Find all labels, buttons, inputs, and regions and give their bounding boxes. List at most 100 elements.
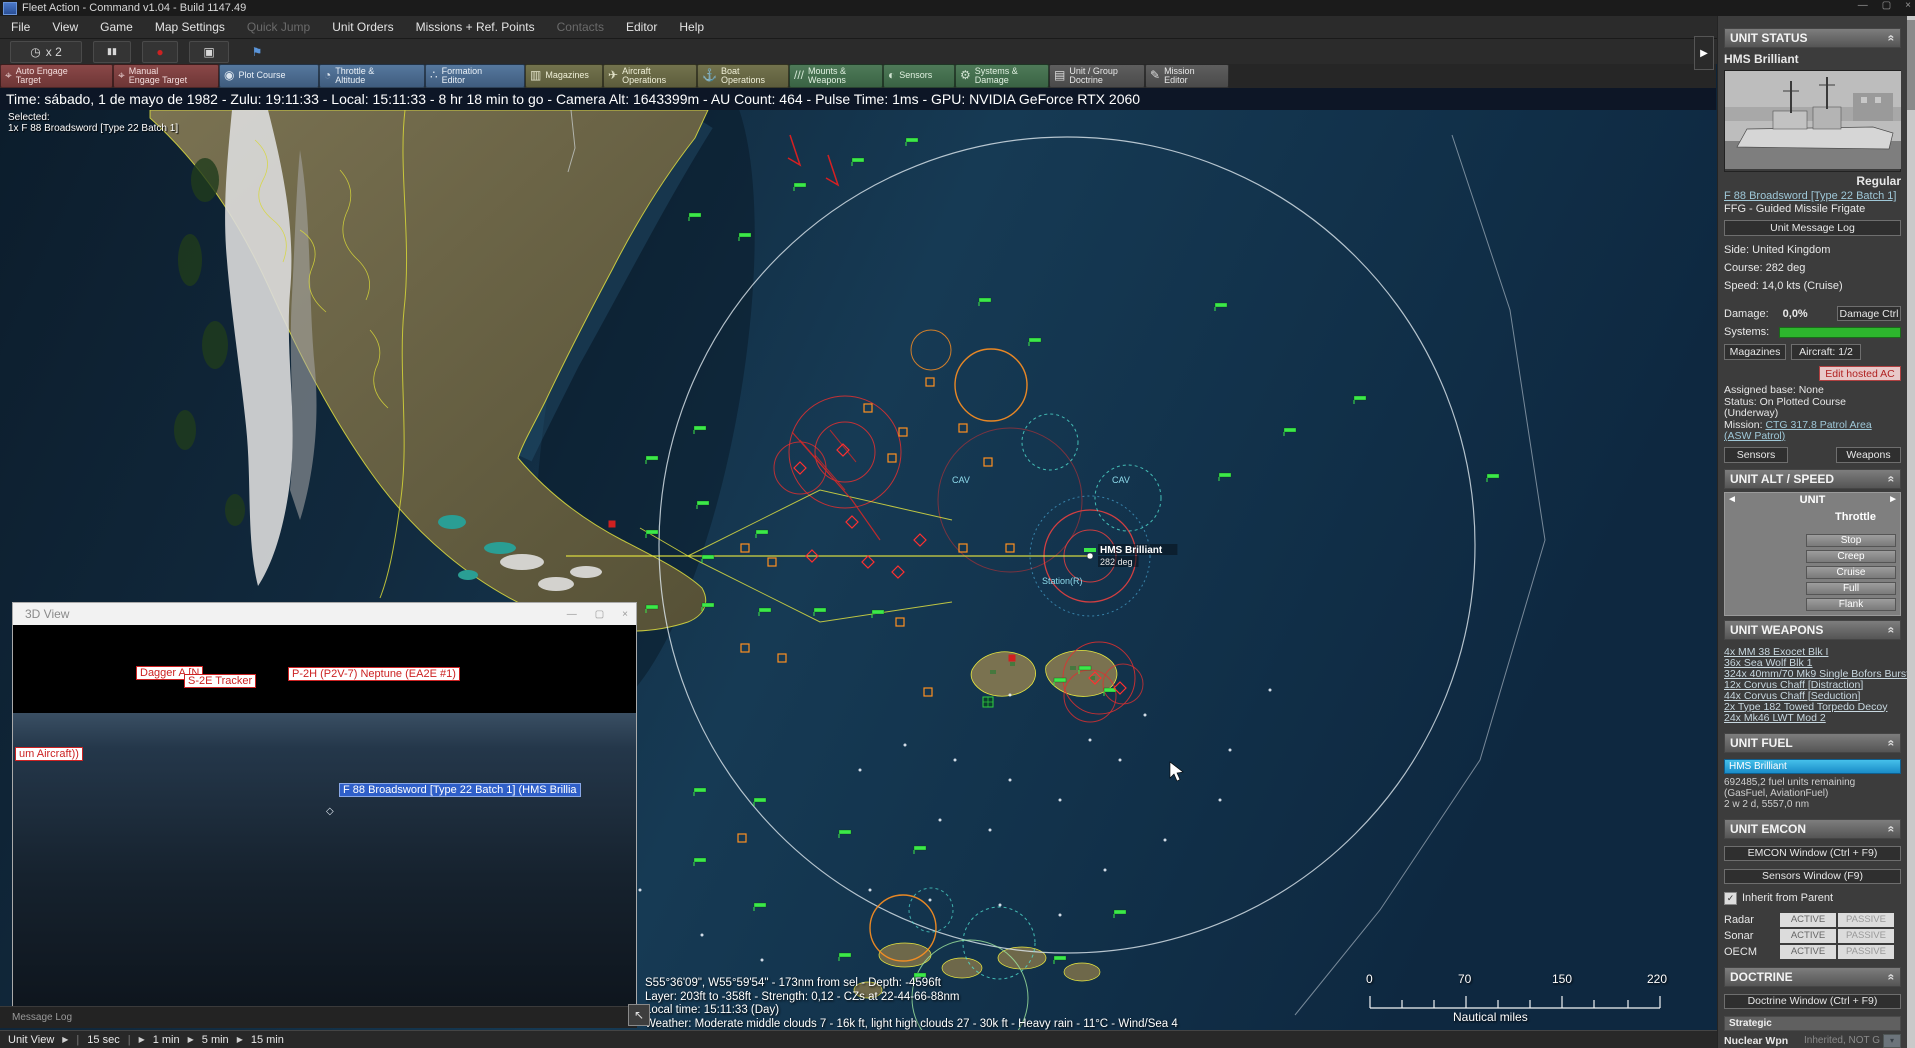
throttle-cruise-button[interactable]: Cruise (1806, 566, 1896, 579)
panel-toggle-button[interactable]: ▶ (1694, 36, 1714, 70)
oecm-active-button[interactable]: ACTIVE (1780, 945, 1836, 959)
contact-label-s2e-tracker[interactable]: S-2E Tracker (184, 674, 256, 688)
collapse-icon[interactable]: « (1885, 626, 1899, 633)
doctrine-window-button[interactable]: Doctrine Window (Ctrl + F9) (1724, 994, 1901, 1009)
play-icon[interactable]: ▶ (62, 1035, 68, 1044)
message-log-bar[interactable]: Message Log (0, 1006, 637, 1028)
doctrine-header[interactable]: DOCTRINE« (1724, 967, 1901, 987)
play-icon[interactable]: ▶ (237, 1035, 243, 1044)
weapon-link[interactable]: 36x Sea Wolf Blk 1 (1724, 658, 1901, 669)
scrollbar-thumb[interactable] (1907, 20, 1915, 110)
3d-view-titlebar[interactable]: 3D View (13, 603, 636, 625)
magazines-button[interactable]: ▥ Magazines (525, 64, 603, 88)
selected-unit-label[interactable]: F 88 Broadsword [Type 22 Batch 1] (HMS B… (339, 783, 581, 797)
step-5min-button[interactable]: 5 min (202, 1034, 229, 1046)
menu-view[interactable]: View (41, 20, 89, 34)
play-icon[interactable]: ▶ (139, 1035, 145, 1044)
fuel-selected-unit[interactable]: HMS Brilliant (1724, 759, 1901, 774)
minimize-icon[interactable]: — (567, 609, 577, 620)
weapon-link[interactable]: 12x Corvus Chaff [Distraction] (1724, 680, 1901, 691)
menu-unit-orders[interactable]: Unit Orders (321, 20, 404, 34)
collapse-icon[interactable]: « (1885, 739, 1899, 746)
collapse-icon[interactable]: « (1885, 973, 1899, 980)
edit-hosted-ac-button[interactable]: Edit hosted AC (1819, 366, 1901, 381)
weapon-link[interactable]: 44x Corvus Chaff [Seduction] (1724, 691, 1901, 702)
radar-passive-button[interactable]: PASSIVE (1838, 913, 1894, 927)
collapse-icon[interactable]: « (1885, 35, 1899, 42)
panel-scrollbar[interactable] (1907, 16, 1915, 1048)
record-button[interactable]: ● (142, 41, 178, 63)
sensors-button[interactable]: ◐ Sensors (883, 64, 955, 88)
aircraft-panel-button[interactable]: Aircraft: 1/2 (1791, 344, 1861, 360)
mounts-weapons-button[interactable]: /// Mounts &Weapons (789, 64, 883, 88)
close-icon[interactable]: × (622, 609, 628, 620)
screenshot-button[interactable]: ▣ (189, 41, 229, 63)
unit-class-link[interactable]: F 88 Broadsword [Type 22 Batch 1] (1724, 190, 1896, 202)
menu-map-settings[interactable]: Map Settings (144, 20, 236, 34)
inherit-checkbox[interactable]: ✓ (1724, 892, 1737, 905)
friendly-installation-marker[interactable] (983, 697, 993, 707)
unit-emcon-header[interactable]: UNIT EMCON« (1724, 819, 1901, 839)
oecm-passive-button[interactable]: PASSIVE (1838, 945, 1894, 959)
pause-button[interactable]: ▮▮ (93, 41, 131, 63)
next-tab-icon[interactable]: ► (1888, 494, 1898, 505)
sensors-panel-button[interactable]: Sensors (1724, 447, 1788, 463)
step-1min-button[interactable]: 1 min (153, 1034, 180, 1046)
collapse-icon[interactable]: « (1885, 825, 1899, 832)
step-15min-button[interactable]: 15 min (251, 1034, 284, 1046)
throttle-flank-button[interactable]: Flank (1806, 598, 1896, 611)
contact-label-neptune[interactable]: P-2H (P2V-7) Neptune (EA2E #1) (288, 667, 460, 681)
sensors-window-button[interactable]: Sensors Window (F9) (1724, 869, 1901, 884)
formation-editor-button[interactable]: ∴ FormationEditor (425, 64, 525, 88)
menu-file[interactable]: File (0, 20, 41, 34)
maximize-icon[interactable]: ▢ (1882, 0, 1891, 11)
magazines-panel-button[interactable]: Magazines (1724, 344, 1786, 360)
boat-operations-button[interactable]: ⚓ BoatOperations (697, 64, 789, 88)
time-compression-button[interactable]: ◷ x 2 (10, 41, 82, 63)
damage-ctrl-button[interactable]: Damage Ctrl (1837, 306, 1901, 321)
menu-missions-ref-points[interactable]: Missions + Ref. Points (405, 20, 546, 34)
emcon-window-button[interactable]: EMCON Window (Ctrl + F9) (1724, 846, 1901, 861)
alt-speed-tab[interactable]: UNIT (1800, 494, 1826, 506)
menu-help[interactable]: Help (668, 20, 715, 34)
unit-status-header[interactable]: UNIT STATUS« (1724, 28, 1901, 48)
weapon-link[interactable]: 2x Type 182 Towed Torpedo Decoy (1724, 702, 1901, 713)
menu-editor[interactable]: Editor (615, 20, 668, 34)
prev-tab-icon[interactable]: ◄ (1727, 494, 1737, 505)
weapon-link[interactable]: 324x 40mm/70 Mk9 Single Bofors Burst [4 … (1724, 669, 1901, 680)
throttle-full-button[interactable]: Full (1806, 582, 1896, 595)
pin-button[interactable]: ⚑ (240, 42, 274, 62)
contact-label-clipped[interactable]: um Aircraft)) (15, 747, 83, 761)
sonar-passive-button[interactable]: PASSIVE (1838, 929, 1894, 943)
throttle-altitude-button[interactable]: ◔ Throttle &Altitude (319, 64, 425, 88)
weapon-link[interactable]: 24x Mk46 LWT Mod 2 (1724, 713, 1901, 724)
aircraft-operations-button[interactable]: ✈ AircraftOperations (603, 64, 697, 88)
unit-view-label[interactable]: Unit View (8, 1034, 54, 1046)
collapse-icon[interactable]: « (1885, 475, 1899, 482)
3d-view-window[interactable]: 3D View — ▢ × Dagger A [N S-2E Tracker P… (12, 602, 637, 1009)
unit-alt-speed-header[interactable]: UNIT ALT / SPEED« (1724, 469, 1901, 489)
popout-button[interactable]: ↖ (628, 1004, 650, 1026)
manual-engage-target-button[interactable]: ⌖ ManualEngage Target (113, 64, 219, 88)
unit-weapons-header[interactable]: UNIT WEAPONS« (1724, 620, 1901, 640)
play-icon[interactable]: ▶ (188, 1035, 194, 1044)
menu-game[interactable]: Game (89, 20, 144, 34)
weapon-link[interactable]: 4x MM 38 Exocet Blk I (1724, 647, 1901, 658)
step-15sec-button[interactable]: 15 sec (87, 1034, 119, 1046)
sonar-active-button[interactable]: ACTIVE (1780, 929, 1836, 943)
unit-fuel-header[interactable]: UNIT FUEL« (1724, 733, 1901, 753)
plot-course-button[interactable]: ◉ Plot Course (219, 64, 319, 88)
hostile-installation-marker[interactable] (609, 521, 616, 528)
unit-message-log-button[interactable]: Unit Message Log (1724, 220, 1901, 236)
maximize-icon[interactable]: ▢ (595, 609, 604, 620)
weapons-panel-button[interactable]: Weapons (1836, 447, 1901, 463)
throttle-creep-button[interactable]: Creep (1806, 550, 1896, 563)
unit-group-doctrine-button[interactable]: ▤ Unit / GroupDoctrine (1049, 64, 1145, 88)
hostile-installation-marker[interactable] (1009, 655, 1016, 662)
throttle-stop-button[interactable]: Stop (1806, 534, 1896, 547)
radar-active-button[interactable]: ACTIVE (1780, 913, 1836, 927)
systems-damage-button[interactable]: ⚙ Systems &Damage (955, 64, 1049, 88)
close-icon[interactable]: × (1905, 0, 1911, 11)
auto-engage-target-button[interactable]: ⌖ Auto EngageTarget (0, 64, 113, 88)
mission-editor-button[interactable]: ✎ MissionEditor (1145, 64, 1229, 88)
